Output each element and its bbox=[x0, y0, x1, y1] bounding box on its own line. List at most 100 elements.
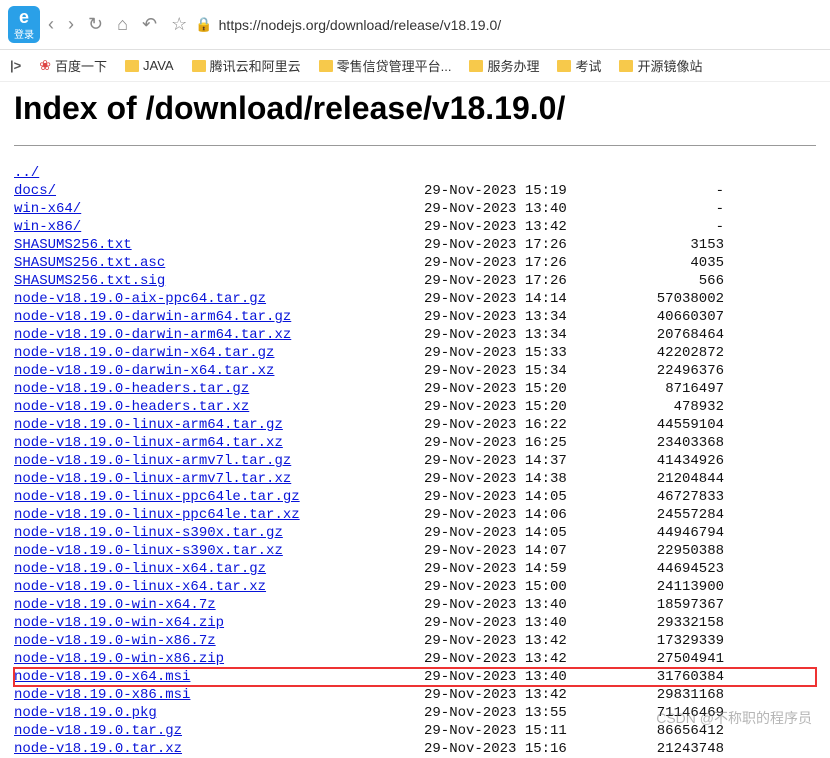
file-size-cell: 21243748 bbox=[604, 740, 724, 758]
file-link[interactable]: node-v18.19.0-headers.tar.xz bbox=[14, 399, 249, 415]
file-row: node-v18.19.0-darwin-arm64.tar.xz29-Nov-… bbox=[14, 326, 816, 344]
file-link[interactable]: docs/ bbox=[14, 183, 56, 199]
file-link[interactable]: node-v18.19.0-linux-arm64.tar.gz bbox=[14, 417, 283, 433]
file-name-cell: node-v18.19.0-linux-x64.tar.xz bbox=[14, 578, 424, 596]
file-name-cell: win-x64/ bbox=[14, 200, 424, 218]
file-size-cell: 566 bbox=[604, 272, 724, 290]
file-date-cell: 29-Nov-2023 13:40 bbox=[424, 668, 604, 686]
file-link[interactable]: node-v18.19.0-linux-s390x.tar.xz bbox=[14, 543, 283, 559]
file-listing: ../ docs/29-Nov-2023 15:19- win-x64/29-Nov… bbox=[14, 164, 816, 758]
file-link[interactable]: node-v18.19.0-darwin-arm64.tar.xz bbox=[14, 327, 291, 343]
file-name-cell: node-v18.19.0-aix-ppc64.tar.gz bbox=[14, 290, 424, 308]
file-date-cell: 29-Nov-2023 15:00 bbox=[424, 578, 604, 596]
address-bar[interactable]: 🔒 https://nodejs.org/download/release/v1… bbox=[195, 16, 822, 33]
file-link[interactable]: node-v18.19.0-win-x64.7z bbox=[14, 597, 216, 613]
file-link[interactable]: SHASUMS256.txt.sig bbox=[14, 273, 165, 289]
file-row: node-v18.19.0-darwin-x64.tar.xz29-Nov-20… bbox=[14, 362, 816, 380]
file-size-cell: - bbox=[604, 200, 724, 218]
bookmark-label: 考试 bbox=[575, 56, 601, 75]
bookmark-item[interactable]: 零售信贷管理平台... bbox=[319, 56, 452, 75]
reload-icon[interactable]: ↻ bbox=[88, 14, 103, 35]
file-date-cell: 29-Nov-2023 14:59 bbox=[424, 560, 604, 578]
file-link[interactable]: win-x64/ bbox=[14, 201, 81, 217]
paw-icon: ❀ bbox=[39, 57, 51, 74]
file-date-cell: 29-Nov-2023 14:05 bbox=[424, 488, 604, 506]
bookmark-item[interactable]: JAVA bbox=[125, 58, 174, 73]
bookmark-item[interactable]: ❀百度一下 bbox=[39, 56, 107, 75]
file-link[interactable]: node-v18.19.0-linux-x64.tar.xz bbox=[14, 579, 266, 595]
file-name-cell: node-v18.19.0-darwin-arm64.tar.gz bbox=[14, 308, 424, 326]
bookmark-item[interactable]: 考试 bbox=[557, 56, 601, 75]
file-date-cell: 29-Nov-2023 15:20 bbox=[424, 380, 604, 398]
file-row: node-v18.19.0.tar.gz29-Nov-2023 15:11866… bbox=[14, 722, 816, 740]
file-size-cell: 41434926 bbox=[604, 452, 724, 470]
bookmark-item[interactable]: 服务办理 bbox=[469, 56, 539, 75]
file-size-cell: 24557284 bbox=[604, 506, 724, 524]
file-row: node-v18.19.0-darwin-x64.tar.gz29-Nov-20… bbox=[14, 344, 816, 362]
file-link[interactable]: ../ bbox=[14, 165, 39, 181]
file-row: node-v18.19.0-darwin-arm64.tar.gz 29-Nov-… bbox=[14, 308, 816, 326]
file-link[interactable]: node-v18.19.0.pkg bbox=[14, 705, 157, 721]
file-date-cell: 29-Nov-2023 14:38 bbox=[424, 470, 604, 488]
file-link[interactable]: node-v18.19.0-win-x86.zip bbox=[14, 651, 224, 667]
bookmark-item[interactable]: 腾讯云和阿里云 bbox=[192, 56, 301, 75]
file-name-cell: node-v18.19.0-win-x64.zip bbox=[14, 614, 424, 632]
file-link[interactable]: node-v18.19.0-aix-ppc64.tar.gz bbox=[14, 291, 266, 307]
folder-icon bbox=[125, 60, 139, 72]
file-name-cell: node-v18.19.0-linux-x64.tar.gz bbox=[14, 560, 424, 578]
forward-icon[interactable]: › bbox=[68, 14, 74, 35]
file-size-cell: - bbox=[604, 218, 724, 236]
file-row: node-v18.19.0-linux-arm64.tar.gz29-Nov-2… bbox=[14, 416, 816, 434]
file-link[interactable]: node-v18.19.0-linux-ppc64le.tar.xz bbox=[14, 507, 300, 523]
file-link[interactable]: node-v18.19.0-x86.msi bbox=[14, 687, 190, 703]
file-row: node-v18.19.0-linux-armv7l.tar.xz 29-Nov-… bbox=[14, 470, 816, 488]
file-link[interactable]: SHASUMS256.txt bbox=[14, 237, 132, 253]
file-date-cell: 29-Nov-2023 13:42 bbox=[424, 686, 604, 704]
file-link[interactable]: node-v18.19.0-darwin-arm64.tar.gz bbox=[14, 309, 291, 325]
login-badge[interactable]: e 登录 bbox=[8, 6, 40, 43]
bookmark-item[interactable]: 开源镜像站 bbox=[619, 56, 702, 75]
file-date-cell: 29-Nov-2023 14:07 bbox=[424, 542, 604, 560]
file-row: node-v18.19.0-aix-ppc64.tar.gz29-Nov-202… bbox=[14, 290, 816, 308]
file-link[interactable]: node-v18.19.0-linux-arm64.tar.xz bbox=[14, 435, 283, 451]
bookmark-item[interactable]: |> bbox=[10, 58, 21, 73]
file-size-cell: 21204844 bbox=[604, 470, 724, 488]
file-date-cell: 29-Nov-2023 13:40 bbox=[424, 614, 604, 632]
file-name-cell: node-v18.19.0-linux-arm64.tar.xz bbox=[14, 434, 424, 452]
file-date-cell: 29-Nov-2023 13:34 bbox=[424, 308, 604, 326]
bookmark-label: JAVA bbox=[143, 58, 174, 73]
file-row: node-v18.19.0-linux-armv7l.tar.gz29-Nov-… bbox=[14, 452, 816, 470]
file-link[interactable]: node-v18.19.0-linux-armv7l.tar.xz bbox=[14, 471, 291, 487]
bookmark-label: 百度一下 bbox=[55, 56, 107, 75]
file-link[interactable]: node-v18.19.0-linux-ppc64le.tar.gz bbox=[14, 489, 300, 505]
file-name-cell: node-v18.19.0-x86.msi bbox=[14, 686, 424, 704]
file-name-cell: node-v18.19.0-linux-armv7l.tar.xz bbox=[14, 470, 424, 488]
file-size-cell: 71146469 bbox=[604, 704, 724, 722]
file-link[interactable]: SHASUMS256.txt.asc bbox=[14, 255, 165, 271]
folder-icon bbox=[319, 60, 333, 72]
back-icon[interactable]: ‹ bbox=[48, 14, 54, 35]
browser-logo-icon: e bbox=[19, 8, 29, 26]
file-link[interactable]: node-v18.19.0-darwin-x64.tar.gz bbox=[14, 345, 274, 361]
file-date-cell: 29-Nov-2023 15:11 bbox=[424, 722, 604, 740]
file-link[interactable]: node-v18.19.0-x64.msi bbox=[14, 669, 190, 685]
file-link[interactable]: node-v18.19.0-darwin-x64.tar.xz bbox=[14, 363, 274, 379]
file-link[interactable]: node-v18.19.0-linux-armv7l.tar.gz bbox=[14, 453, 291, 469]
file-date-cell: 29-Nov-2023 15:16 bbox=[424, 740, 604, 758]
file-link[interactable]: node-v18.19.0.tar.xz bbox=[14, 741, 182, 757]
file-link[interactable]: node-v18.19.0-linux-s390x.tar.gz bbox=[14, 525, 283, 541]
home-icon[interactable]: ⌂ bbox=[117, 14, 128, 35]
undo-icon[interactable]: ↶ bbox=[142, 14, 157, 35]
file-link[interactable]: node-v18.19.0-win-x64.zip bbox=[14, 615, 224, 631]
file-link[interactable]: win-x86/ bbox=[14, 219, 81, 235]
file-name-cell: node-v18.19.0-win-x86.7z bbox=[14, 632, 424, 650]
file-link[interactable]: node-v18.19.0-headers.tar.gz bbox=[14, 381, 249, 397]
file-date-cell: 29-Nov-2023 15:19 bbox=[424, 182, 604, 200]
file-size-cell: 44559104 bbox=[604, 416, 724, 434]
file-size-cell: 40660307 bbox=[604, 308, 724, 326]
star-icon[interactable]: ☆ bbox=[171, 14, 187, 35]
file-link[interactable]: node-v18.19.0.tar.gz bbox=[14, 723, 182, 739]
file-size-cell bbox=[604, 164, 724, 182]
file-link[interactable]: node-v18.19.0-win-x86.7z bbox=[14, 633, 216, 649]
file-link[interactable]: node-v18.19.0-linux-x64.tar.gz bbox=[14, 561, 266, 577]
